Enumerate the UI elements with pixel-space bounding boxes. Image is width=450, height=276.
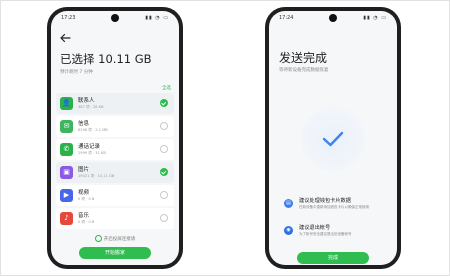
photos-icon: ▣ [60,166,73,179]
select-all-button[interactable]: 全选 [162,85,171,91]
tip-title: 建议处理钱包卡片数据 [299,198,351,204]
estimated-time: 预计耗时 7 分钟 [60,70,93,75]
done-button[interactable]: 完成 [297,252,369,264]
list-item[interactable]: ✆ 通话记录 2999 项 · 31 KB [56,139,174,160]
page-title: 已选择 10.11 GB [60,52,152,66]
list-item[interactable]: ▣ 图片 19021 项 · 10.11 GB [56,162,174,183]
item-meta: 2999 项 · 31 KB [78,151,106,155]
tip-account[interactable]: ◉ 建议退出帐号 为了帐号安全建议退出旧设备帐号 [278,221,388,243]
wallet-icon: ▤ [284,199,293,208]
message-icon: ✉ [60,120,73,133]
hint-icon [94,235,102,242]
front-camera-icon [111,14,119,22]
data-selection-screen: 17:23 ▮▮ ◔ ▭ 已选择 10.11 GB 预计耗时 7 分钟 全选 👤… [51,11,179,265]
tip-description: 在新设备中重新添加钱包卡片以确保正常使用 [299,205,369,209]
checkmark-icon [322,131,344,147]
item-meta: 0 项 · 0 B [78,220,95,224]
item-meta: 387 项 · 28 KB [78,105,104,109]
front-camera-icon [329,14,337,22]
data-type-list: 👤 联系人 387 项 · 28 KB ✉ 信息 8298 项 · 2.1 MB ✆ 通话记录… [56,93,174,231]
back-arrow-icon[interactable] [59,33,71,43]
left-phone: 17:23 ▮▮ ◔ ▭ 已选择 10.11 GB 预计耗时 7 分钟 全选 👤… [47,7,183,269]
projection-hint-label: 开启投屏连接请 [103,237,136,242]
status-bar: 17:24 ▮▮ ◔ ▭ [269,11,397,23]
item-meta: 0 项 · 0 B [78,197,95,201]
select-checkbox[interactable] [160,99,168,107]
select-checkbox[interactable] [160,191,168,199]
tip-wallet[interactable]: ▤ 建议处理钱包卡片数据 在新设备中重新添加钱包卡片以确保正常使用 [278,194,388,216]
phone-icon: ✆ [60,143,73,156]
status-bar: 17:23 ▮▮ ◔ ▭ [51,11,179,23]
account-icon: ◉ [284,226,293,235]
success-badge [301,107,365,171]
select-checkbox[interactable] [160,145,168,153]
item-name: 图片 [78,167,90,173]
item-meta: 8298 项 · 2.1 MB [78,128,108,132]
status-icons: ▮▮ ◔ ▭ [145,15,169,21]
select-checkbox[interactable] [160,168,168,176]
status-icons: ▮▮ ◔ ▭ [363,15,387,21]
list-item[interactable]: ♪ 音乐 0 项 · 0 B [56,208,174,229]
item-name: 信息 [78,121,90,127]
video-icon: ▶ [60,189,73,202]
projection-hint[interactable]: 开启投屏连接请 [51,235,179,242]
select-checkbox[interactable] [160,214,168,222]
contacts-icon: 👤 [60,97,73,110]
send-complete-screen: 17:24 ▮▮ ◔ ▭ 发送完成 等待新设备完成数据恢复 ▤ 建议处理钱包卡片… [269,11,397,265]
status-time: 17:23 [61,15,76,21]
page-title: 发送完成 [279,51,328,65]
tip-title: 建议退出帐号 [299,225,331,231]
item-name: 音乐 [78,213,90,219]
list-item[interactable]: ▶ 视频 0 项 · 0 B [56,185,174,206]
item-meta: 19021 项 · 10.11 GB [78,174,115,178]
start-transfer-button[interactable]: 开始搬家 [79,247,151,259]
item-name: 视频 [78,190,90,196]
tip-description: 为了帐号安全建议退出旧设备帐号 [299,232,352,236]
music-icon: ♪ [60,212,73,225]
list-item[interactable]: 👤 联系人 387 项 · 28 KB [56,93,174,114]
page-subtitle: 等待新设备完成数据恢复 [279,68,329,73]
status-time: 17:24 [279,15,294,21]
item-name: 通话记录 [78,144,101,150]
right-phone: 17:24 ▮▮ ◔ ▭ 发送完成 等待新设备完成数据恢复 ▤ 建议处理钱包卡片… [265,7,401,269]
select-checkbox[interactable] [160,122,168,130]
list-item[interactable]: ✉ 信息 8298 项 · 2.1 MB [56,116,174,137]
item-name: 联系人 [78,98,95,104]
